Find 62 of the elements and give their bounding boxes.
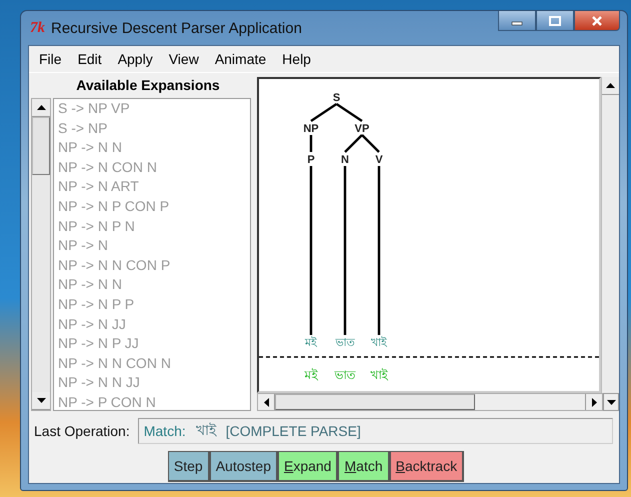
scroll-down-icon[interactable] xyxy=(32,392,50,410)
list-item[interactable]: NP -> N JJ xyxy=(58,314,250,334)
menu-item[interactable]: File xyxy=(31,51,70,67)
list-item[interactable]: NP -> N N CON N xyxy=(58,354,250,374)
close-icon xyxy=(591,16,603,26)
tree-node-label: মই xyxy=(305,337,317,349)
action-button[interactable]: Match xyxy=(338,451,390,482)
list-item[interactable]: NP -> N ART xyxy=(58,177,250,197)
tree-node-label: NP xyxy=(303,123,319,135)
menu-item[interactable]: Apply xyxy=(110,51,161,67)
tree-branch xyxy=(336,103,363,122)
scroll-thumb[interactable] xyxy=(275,394,475,410)
menu-item[interactable]: Help xyxy=(274,51,319,67)
maximize-button[interactable] xyxy=(536,11,574,31)
list-item[interactable]: NP -> N xyxy=(58,236,250,256)
scroll-thumb[interactable] xyxy=(32,117,50,175)
sentence-word: ভাত xyxy=(334,368,356,382)
close-button[interactable] xyxy=(574,11,620,31)
status-field: Match: খাই [COMPLETE PARSE] xyxy=(138,418,613,444)
list-item[interactable]: NP -> P CON N xyxy=(58,392,250,410)
action-button[interactable]: Step xyxy=(168,451,210,482)
maximize-icon xyxy=(549,16,561,26)
tree-node-label: খাই xyxy=(371,337,387,349)
list-item[interactable]: S -> NP VP xyxy=(58,99,250,119)
list-item[interactable]: NP -> N P N xyxy=(58,216,250,236)
action-button[interactable]: Autostep xyxy=(210,451,278,482)
scrollbar[interactable] xyxy=(601,77,619,393)
tree-node-label: P xyxy=(307,154,315,166)
minimize-button[interactable] xyxy=(498,11,536,31)
list-item[interactable]: NP -> N N xyxy=(58,138,250,158)
menu-item[interactable]: View xyxy=(160,51,207,67)
list-item[interactable]: NP -> N N JJ xyxy=(58,373,250,393)
list-item[interactable]: NP -> N P JJ xyxy=(58,334,250,354)
list-item[interactable]: NP -> N P P xyxy=(58,294,250,315)
menu-item[interactable]: Edit xyxy=(70,51,110,67)
tree-branch xyxy=(310,135,312,152)
action-button[interactable]: Expand xyxy=(278,451,338,482)
tree-node-label: S xyxy=(332,92,340,104)
list-item[interactable]: NP -> N N xyxy=(58,275,250,295)
action-button[interactable]: Backtrack xyxy=(390,451,464,482)
list-item[interactable]: NP -> N P CON P xyxy=(58,196,250,217)
tree-node-label: ভাত xyxy=(336,337,354,349)
field-label: Last Operation: xyxy=(34,423,130,439)
tree-node-label: N xyxy=(341,154,349,166)
scroll-up-icon[interactable] xyxy=(32,99,50,117)
list-item[interactable]: NP -> N N CON P xyxy=(58,256,250,276)
app-logo: 7k xyxy=(30,20,45,36)
sentence-word: মই xyxy=(304,368,318,382)
tree-branch xyxy=(344,134,363,153)
window-title: Recursive Descent Parser Application xyxy=(51,20,302,36)
tree-branch xyxy=(310,103,338,122)
tree-branch xyxy=(361,134,380,153)
tree-node-label: VP xyxy=(354,123,370,135)
scroll-down-icon[interactable] xyxy=(603,393,619,411)
menu-item[interactable]: Animate xyxy=(206,51,274,67)
scrollbar[interactable] xyxy=(257,393,603,411)
list-item[interactable]: S -> NP xyxy=(58,118,250,138)
panel-title: Available Expansions xyxy=(75,76,221,95)
scrollbar[interactable] xyxy=(31,98,51,411)
sentence-word: খাই xyxy=(370,368,388,382)
tree-node-label: V xyxy=(375,154,383,166)
list-item[interactable]: NP -> N CON N xyxy=(58,158,250,178)
